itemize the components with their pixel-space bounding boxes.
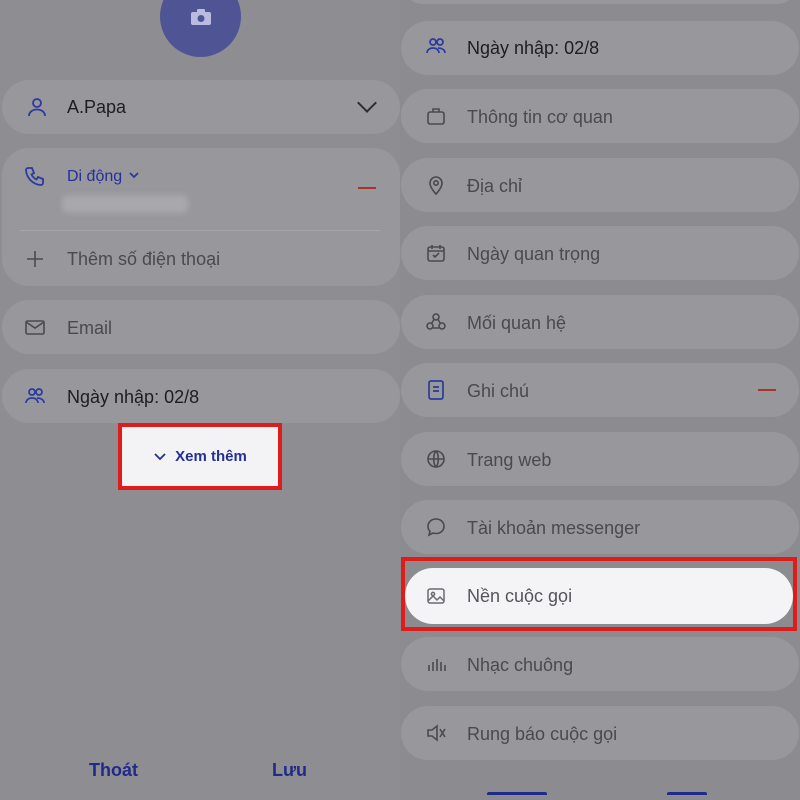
cancel-button-partial[interactable]	[487, 792, 547, 798]
field-relationship[interactable]: Mối quan hệ	[401, 295, 799, 349]
plus-icon	[24, 248, 46, 270]
vibrate-icon	[425, 722, 447, 744]
briefcase-icon	[425, 105, 447, 127]
field-label: Ngày quan trọng	[467, 244, 601, 264]
field-label: Tài khoản messenger	[467, 518, 641, 538]
field-note[interactable]: Ghi chú	[401, 363, 799, 417]
field-label: Nhạc chuông	[467, 655, 574, 675]
field-address[interactable]: Địa chỉ	[401, 158, 799, 212]
previous-field[interactable]	[401, 0, 799, 4]
save-button-partial[interactable]	[667, 792, 707, 798]
chat-icon	[425, 516, 447, 538]
relationship-icon	[425, 311, 447, 333]
ringtone-icon	[425, 653, 447, 675]
email-field[interactable]: Email	[2, 300, 400, 354]
field-import-date[interactable]: Ngày nhập: 02/8	[401, 21, 799, 75]
globe-icon	[425, 448, 447, 470]
phone-number-redacted[interactable]	[62, 195, 188, 213]
save-button[interactable]: Lưu	[272, 760, 307, 781]
person-icon	[26, 96, 48, 118]
field-important-date[interactable]: Ngày quan trọng	[401, 226, 799, 280]
remove-phone-button[interactable]	[358, 187, 376, 189]
calendar-icon	[425, 242, 447, 264]
phone-icon	[24, 165, 46, 187]
field-label: Mối quan hệ	[467, 313, 567, 333]
see-more-label: Xem thêm	[175, 448, 247, 465]
import-date-field[interactable]: Ngày nhập: 02/8	[2, 369, 400, 423]
field-label: Rung báo cuộc gọi	[467, 724, 618, 744]
people-icon	[425, 35, 447, 57]
name-value: A.Papa	[67, 97, 127, 117]
chevron-down-icon	[154, 452, 166, 460]
field-messenger[interactable]: Tài khoản messenger	[401, 500, 799, 554]
cancel-button[interactable]: Thoát	[89, 760, 138, 781]
import-date-label: Ngày nhập: 02/8	[67, 387, 200, 407]
email-placeholder: Email	[67, 318, 113, 338]
field-label: Thông tin cơ quan	[467, 107, 613, 127]
remove-note-button[interactable]	[758, 389, 776, 391]
name-field[interactable]: A.Papa	[2, 80, 400, 134]
field-label: Ngày nhập: 02/8	[467, 38, 600, 58]
phone-type-select[interactable]: Di động	[67, 168, 122, 186]
people-icon	[24, 385, 46, 407]
add-phone-field[interactable]: Thêm số điện thoại	[67, 249, 220, 270]
chevron-down-icon[interactable]	[127, 166, 141, 184]
contact-edit-panel-left: A.Papa Di động Thêm số điện thoại Email …	[0, 0, 400, 800]
field-work-info[interactable]: Thông tin cơ quan	[401, 89, 799, 143]
see-more-button[interactable]: Xem thêm	[118, 423, 282, 490]
note-icon	[425, 379, 447, 401]
mail-icon	[24, 316, 46, 338]
camera-icon	[190, 8, 211, 25]
location-icon	[425, 174, 447, 196]
field-label: Địa chỉ	[467, 176, 523, 196]
field-call-vibration[interactable]: Rung báo cuộc gọi	[401, 706, 799, 760]
contact-edit-panel-right: Ngày nhập: 02/8 Thông tin cơ quan Địa ch…	[400, 0, 800, 800]
field-website[interactable]: Trang web	[401, 432, 799, 486]
divider	[20, 230, 380, 231]
chevron-down-icon[interactable]	[357, 93, 377, 113]
field-label: Ghi chú	[467, 381, 530, 401]
avatar-photo-button[interactable]	[160, 0, 241, 57]
highlight-box	[401, 557, 797, 631]
field-ringtone[interactable]: Nhạc chuông	[401, 637, 799, 691]
field-label: Trang web	[467, 450, 552, 470]
